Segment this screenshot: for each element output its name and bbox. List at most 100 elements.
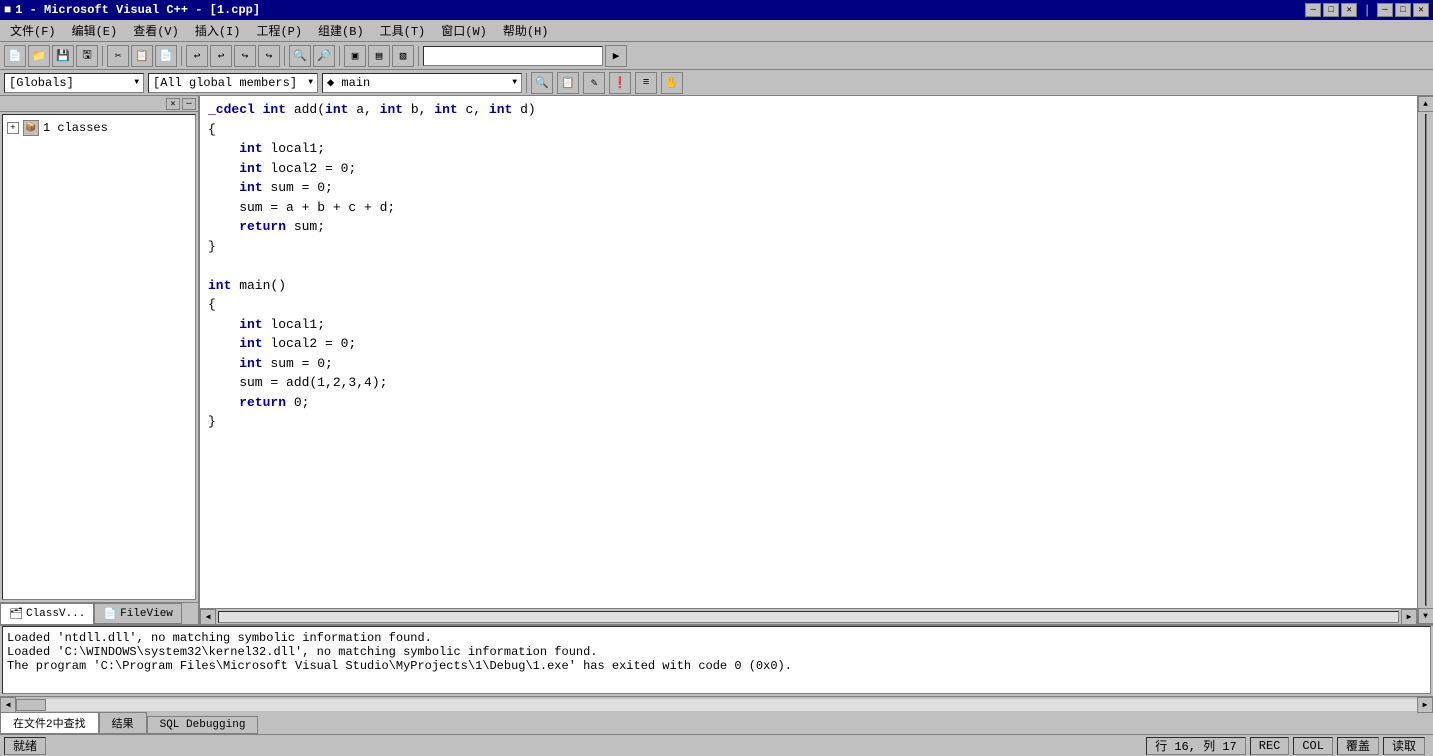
editor-area: _cdecl int add(int a, int b, int c, int … [200,96,1417,624]
status-bar: 就绪 行 16, 列 17 REC COL 覆盖 读取 [0,734,1433,756]
undo2-button[interactable]: ↩ [210,45,232,67]
save-all-button[interactable]: 🖫 [76,45,98,67]
out-hscroll-thumb [16,699,46,711]
output-tab-search[interactable]: 在文件2中查找 [0,712,99,734]
output-content[interactable]: Loaded 'ntdll.dll', no matching symbolic… [2,626,1431,694]
find-button[interactable]: 🔎 [313,45,335,67]
tb2-search-btn[interactable]: 🔍 [531,72,553,94]
rect1-button[interactable]: ▣ [344,45,366,67]
code-editor[interactable]: _cdecl int add(int a, int b, int c, int … [200,96,1417,608]
toolbar-1: 📄 📁 💾 🖫 ✂ 📋 📄 ↩ ↩ ↪ ↪ 🔍 🔎 ▣ ▤ ▧ ▶ [0,42,1433,70]
classview-tab[interactable]: 🗂 ClassV... [0,603,94,624]
search-button[interactable]: 🔍 [289,45,311,67]
window-title: 1 - Microsoft Visual C++ - [1.cpp] [15,3,260,17]
hscroll-track[interactable] [218,611,1399,623]
go-button[interactable]: ▶ [605,45,627,67]
tb2-excl-btn[interactable]: ❗ [609,72,631,94]
output-tab-sql[interactable]: SQL Debugging [147,716,259,734]
close-button[interactable]: ✕ [1341,3,1357,17]
tb2-edit-btn[interactable]: ✎ [583,72,605,94]
editor-vscroll[interactable]: ▲ ▼ [1417,96,1433,624]
undo-button[interactable]: ↩ [186,45,208,67]
hscroll-right-btn[interactable]: ▶ [1401,609,1417,625]
separator-4 [339,46,340,66]
editor-hscroll[interactable]: ◀ ▶ [200,608,1417,624]
rect3-button[interactable]: ▧ [392,45,414,67]
menu-insert[interactable]: 插入(I) [187,20,249,41]
toolbar2-separator [526,73,527,93]
output-panel: Loaded 'ntdll.dll', no matching symbolic… [0,624,1433,734]
output-hscroll[interactable]: ◀ ▶ [0,696,1433,712]
members-dropdown[interactable]: [All global members] ▼ [148,73,318,93]
title-bar: ■ 1 - Microsoft Visual C++ - [1.cpp] ─ □… [0,0,1433,20]
classview-tab-icon: 🗂 [9,607,23,621]
menu-project[interactable]: 工程(P) [248,20,310,41]
copy-button[interactable]: 📋 [131,45,153,67]
open-button[interactable]: 📁 [28,45,50,67]
status-read: 读取 [1383,737,1425,755]
status-ready: 就绪 [4,737,46,755]
redo2-button[interactable]: ↪ [258,45,280,67]
fileview-tab[interactable]: 📄 FileView [94,603,182,624]
out-hscroll-left[interactable]: ◀ [0,697,16,713]
vscroll-up-btn[interactable]: ▲ [1418,96,1433,112]
menu-build[interactable]: 组建(B) [310,20,372,41]
separator-2 [181,46,182,66]
members-label: [All global members] [153,76,297,90]
main-area: ✕ ─ + 📦 1 classes 🗂 ClassV... 📄 FileView [0,96,1433,624]
new-button[interactable]: 📄 [4,45,26,67]
tree-item-classes[interactable]: + 📦 1 classes [7,119,191,137]
paste-button[interactable]: 📄 [155,45,177,67]
main-label: ◆ main [327,75,370,90]
save-button[interactable]: 💾 [52,45,74,67]
panel-close-button[interactable]: ✕ [166,98,180,110]
menu-edit[interactable]: 编辑(E) [64,20,126,41]
output-tab-results-label: 结果 [112,715,134,731]
menu-window[interactable]: 窗口(W) [433,20,495,41]
hscroll-left-btn[interactable]: ◀ [200,609,216,625]
separator-5 [418,46,419,66]
editor-with-scroll: _cdecl int add(int a, int b, int c, int … [200,96,1433,624]
output-tab-results[interactable]: 结果 [99,712,147,734]
menu-help[interactable]: 帮助(H) [495,20,557,41]
out-hscroll-right[interactable]: ▶ [1417,697,1433,713]
menu-tools[interactable]: 工具(T) [372,20,434,41]
inner-minimize-button[interactable]: ─ [1377,3,1393,17]
code-content[interactable]: _cdecl int add(int a, int b, int c, int … [208,100,1409,432]
maximize-button[interactable]: □ [1323,3,1339,17]
vscroll-down-btn[interactable]: ▼ [1418,608,1433,624]
output-tab-sql-label: SQL Debugging [160,719,246,731]
main-arrow: ▼ [512,78,517,87]
fileview-tab-icon: 📄 [103,607,117,621]
members-arrow: ▼ [308,78,313,87]
minimize-button[interactable]: ─ [1305,3,1321,17]
status-position: 行 16, 列 17 [1146,737,1246,755]
out-hscroll-track[interactable] [46,699,1417,711]
search-input[interactable] [423,46,603,66]
tree-expand-icon[interactable]: + [7,122,19,134]
title-bar-controls[interactable]: ─ □ ✕ | ─ □ ✕ [1305,3,1429,18]
menu-bar: 文件(F) 编辑(E) 查看(V) 插入(I) 工程(P) 组建(B) 工具(T… [0,20,1433,42]
main-dropdown[interactable]: ◆ main ▼ [322,73,522,93]
output-line-1: Loaded 'ntdll.dll', no matching symbolic… [7,631,1426,645]
class-tree[interactable]: + 📦 1 classes [2,114,196,600]
vscroll-track[interactable] [1425,114,1427,606]
menu-view[interactable]: 查看(V) [125,20,187,41]
redo-button[interactable]: ↪ [234,45,256,67]
tb2-copy-btn[interactable]: 📋 [557,72,579,94]
status-rec: REC [1250,737,1290,755]
globals-dropdown[interactable]: [Globals] ▼ [4,73,144,93]
inner-close-button[interactable]: ✕ [1413,3,1429,17]
panel-pin-button[interactable]: ─ [182,98,196,110]
tb2-list-btn[interactable]: ≡ [635,72,657,94]
classview-tab-label: ClassV... [26,608,85,620]
divider: | [1363,3,1371,18]
output-tab-search-label: 在文件2中查找 [13,715,86,731]
inner-restore-button[interactable]: □ [1395,3,1411,17]
tb2-hand-btn[interactable]: ✋ [661,72,683,94]
output-tabs: 在文件2中查找 结果 SQL Debugging [0,712,1433,734]
app-icon: ■ [4,3,11,17]
rect2-button[interactable]: ▤ [368,45,390,67]
cut-button[interactable]: ✂ [107,45,129,67]
menu-file[interactable]: 文件(F) [2,20,64,41]
